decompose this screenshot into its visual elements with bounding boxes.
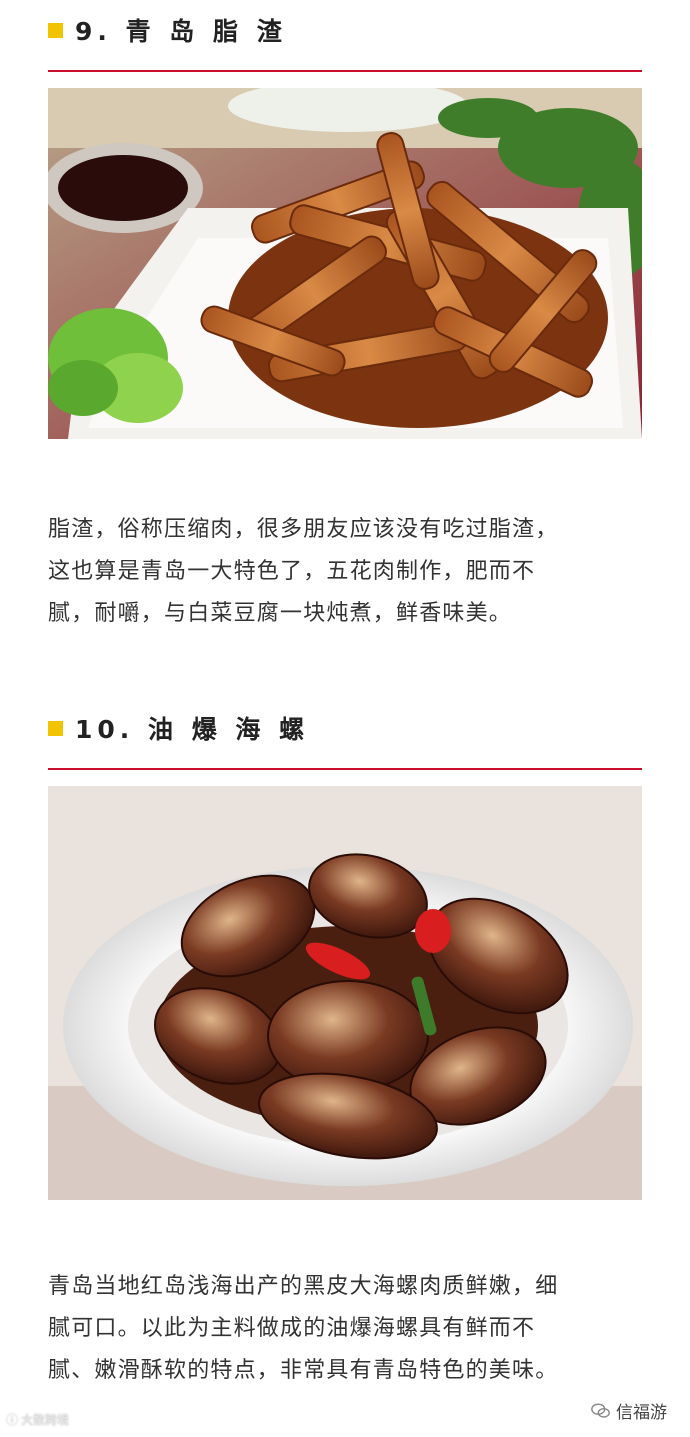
section-10-description: 青岛当地红岛浅海出产的黑皮大海螺肉质鲜嫩，细 腻可口。以此为主料做成的油爆海螺具… (48, 1266, 648, 1392)
section-9-description: 脂渣，俗称压缩肉，很多朋友应该没有吃过脂渣， 这也算是青岛一大特色了，五花肉制作… (48, 509, 648, 635)
section-10-title-text: 10. 油 爆 海 螺 (75, 715, 310, 744)
text-line: 青岛当地红岛浅海出产的黑皮大海螺肉质鲜嫩，细 (48, 1274, 559, 1299)
text-line: 腻，耐嚼，与白菜豆腐一块炖煮，鲜香味美。 (48, 601, 513, 626)
watermark-right-text: 信福游 (616, 1403, 667, 1423)
text-line: 腻可口。以此为主料做成的油爆海螺具有鲜而不 (48, 1316, 536, 1341)
text-line: 这也算是青岛一大特色了，五花肉制作，肥而不 (48, 559, 536, 584)
section-9-title: 9. 青 岛 脂 渣 (48, 12, 287, 48)
watermark-right: 信福游 (590, 1398, 667, 1423)
wechat-icon (591, 1402, 610, 1418)
title-marker-icon (48, 720, 63, 736)
section-9-title-text: 9. 青 岛 脂 渣 (75, 17, 287, 46)
fried-pork-strips-photo (48, 88, 642, 439)
watermark-left-text: 大数跨境 (21, 1413, 70, 1427)
watermark-left: ⓘ 大数跨境 (6, 1411, 69, 1428)
text-line: 腻、嫩滑酥软的特点，非常具有青岛特色的美味。 (48, 1358, 559, 1383)
braised-sea-snails-photo (48, 786, 642, 1200)
section-10-title: 10. 油 爆 海 螺 (48, 710, 309, 746)
title-marker-icon (48, 22, 63, 38)
section-9-divider (48, 70, 642, 72)
weibo-icon: ⓘ (6, 1413, 19, 1427)
text-line: 脂渣，俗称压缩肉，很多朋友应该没有吃过脂渣， (48, 517, 559, 542)
section-10-divider (48, 768, 642, 770)
